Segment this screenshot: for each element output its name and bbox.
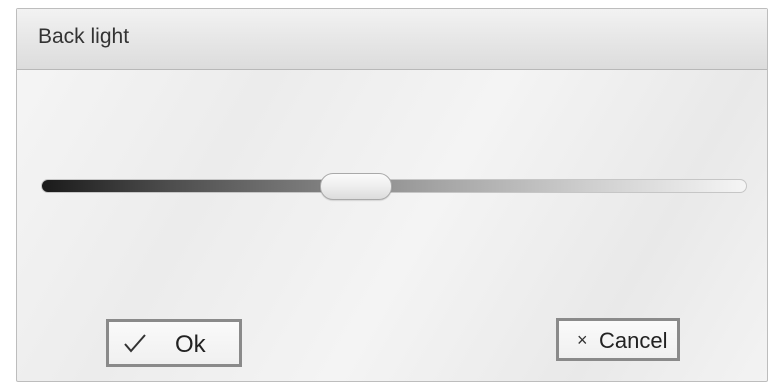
dialog-titlebar: Back light [17,9,767,70]
close-icon: × [577,330,588,350]
cancel-button[interactable]: × Cancel [556,318,680,361]
cancel-button-label: Cancel [599,328,668,353]
backlight-slider-thumb[interactable] [319,173,392,200]
dialog-title: Back light [38,25,130,48]
ok-button[interactable]: Ok [106,319,242,367]
ok-button-label: Ok [175,331,206,358]
backlight-dialog: Back light Ok × Cancel [16,8,768,382]
backlight-slider-track[interactable] [41,179,747,193]
check-icon [124,334,146,353]
